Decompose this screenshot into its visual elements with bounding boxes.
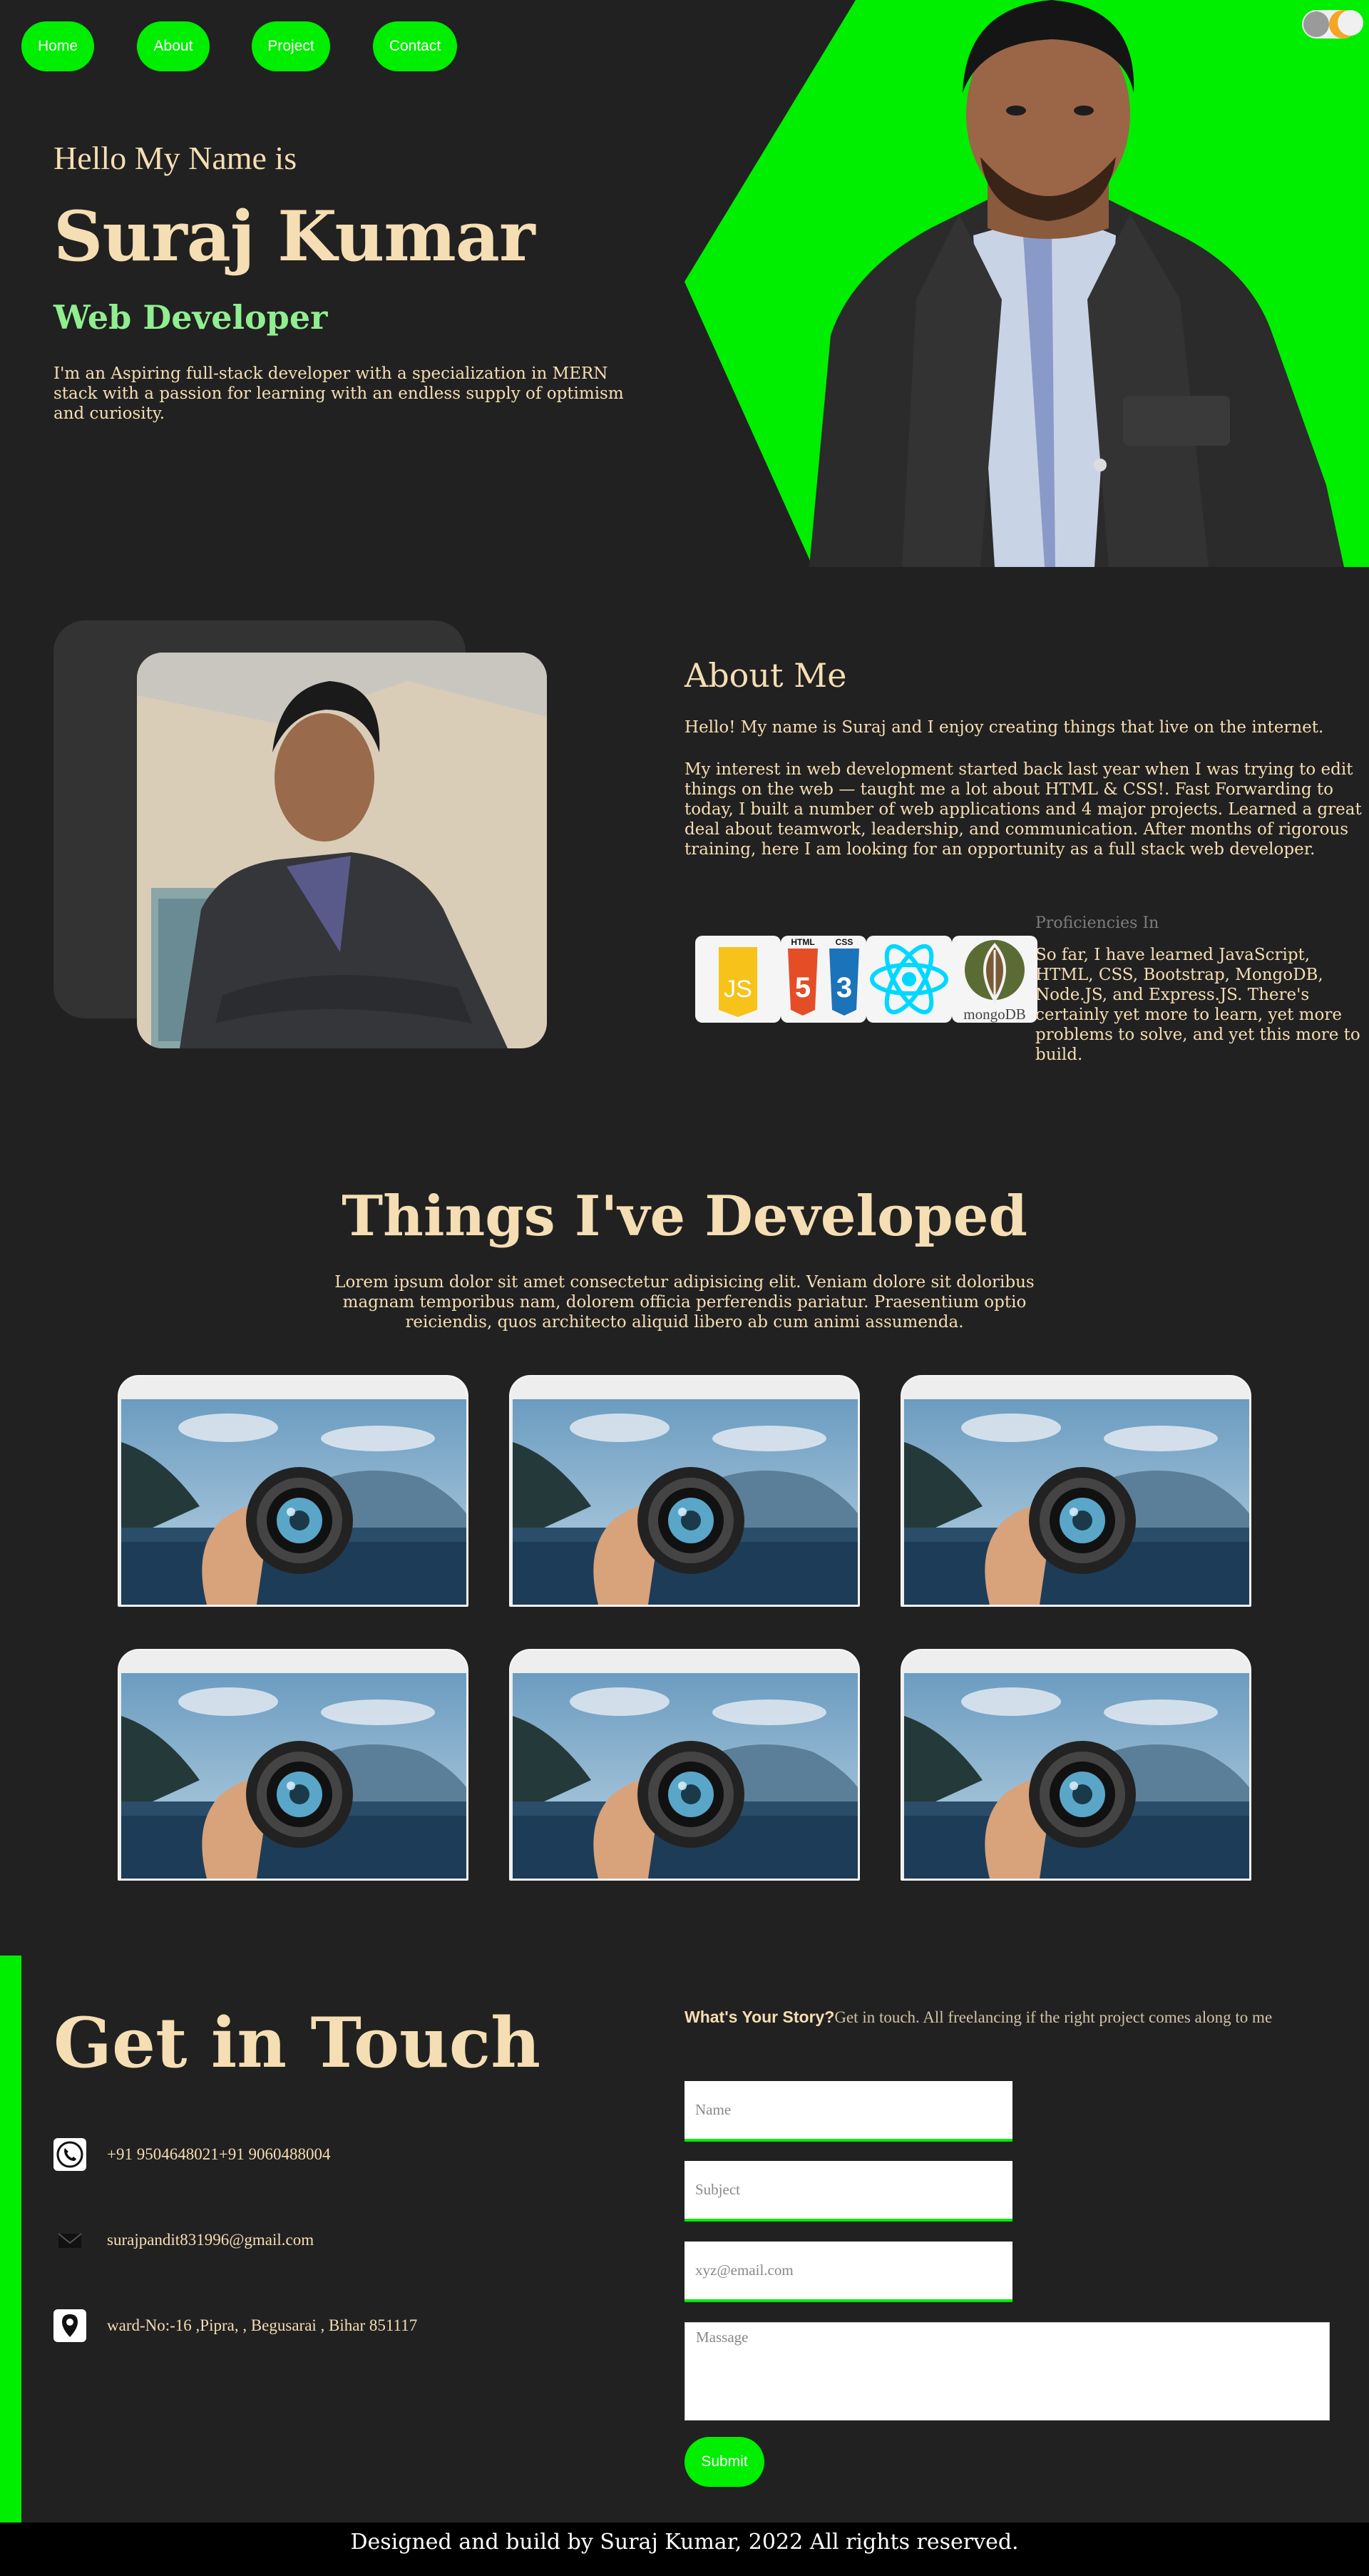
submit-button[interactable]: Submit bbox=[684, 2437, 764, 2487]
subject-input[interactable] bbox=[684, 2161, 1012, 2222]
js-label: JS bbox=[724, 976, 752, 1003]
moon-icon bbox=[1329, 10, 1363, 39]
hero-greeting: Hello My Name is bbox=[53, 140, 297, 176]
project-card[interactable] bbox=[118, 1375, 468, 1607]
projects-description: Lorem ipsum dolor sit amet consectetur a… bbox=[334, 1273, 1035, 1332]
toggle-knob bbox=[1303, 11, 1329, 37]
camera-lens-image bbox=[904, 1673, 1249, 1879]
phone-icon bbox=[53, 2138, 86, 2171]
camera-lens-image bbox=[513, 1399, 858, 1605]
project-card[interactable] bbox=[118, 1649, 468, 1881]
story-heading: What's Your Story? bbox=[684, 2008, 835, 2026]
about-photo bbox=[137, 653, 547, 1048]
name-input[interactable] bbox=[684, 2081, 1012, 2142]
nav-home-button[interactable]: Home bbox=[21, 21, 94, 71]
project-card[interactable] bbox=[509, 1375, 860, 1607]
message-textarea[interactable] bbox=[684, 2322, 1330, 2421]
story-text: Get in touch. All freelancing if the rig… bbox=[834, 2008, 1273, 2026]
camera-lens-image bbox=[121, 1399, 466, 1605]
location-pin-icon bbox=[53, 2309, 86, 2342]
html-label: HTML bbox=[791, 937, 814, 947]
react-icon bbox=[866, 936, 952, 1023]
about-intro: Hello! My name is Suraj and I enjoy crea… bbox=[684, 718, 1324, 737]
contact-title: Get in Touch bbox=[53, 2003, 541, 2083]
contact-address: ward-No:-16 ,Pipra, , Begusarai , Bihar … bbox=[107, 2316, 418, 2334]
hero-description: I'm an Aspiring full-stack developer wit… bbox=[53, 364, 624, 423]
proficiencies-text: So far, I have learned JavaScript, HTML,… bbox=[1035, 946, 1360, 1064]
html-css-icon: HTML CSS 5 3 bbox=[781, 936, 866, 1023]
svg-text:3: 3 bbox=[836, 972, 852, 1003]
about-title: About Me bbox=[684, 656, 847, 695]
contact-story: What's Your Story?Get in touch. All free… bbox=[684, 2007, 1312, 2028]
nav-about-button[interactable]: About bbox=[137, 21, 210, 71]
hero-portrait-image bbox=[809, 0, 1344, 567]
mongodb-icon: mongoDB bbox=[952, 936, 1037, 1023]
project-card[interactable] bbox=[901, 1649, 1251, 1881]
footer: Designed and build by Suraj Kumar, 2022 … bbox=[0, 2523, 1369, 2576]
proficiencies-title: Proficiencies In bbox=[1035, 914, 1159, 932]
hero-role: Web Developer bbox=[53, 298, 328, 337]
camera-lens-image bbox=[513, 1673, 858, 1879]
project-card[interactable] bbox=[901, 1375, 1251, 1607]
about-story: My interest in web development started b… bbox=[684, 760, 1362, 859]
email-icon bbox=[53, 2224, 86, 2256]
theme-toggle[interactable] bbox=[1302, 10, 1363, 39]
camera-lens-image bbox=[904, 1399, 1249, 1605]
mongodb-label: mongoDB bbox=[963, 1006, 1026, 1023]
nav-contact-button[interactable]: Contact bbox=[373, 21, 457, 71]
contact-accent-bar bbox=[0, 1956, 21, 2523]
javascript-icon: JS bbox=[695, 936, 781, 1023]
hero-name: Suraj Kumar bbox=[53, 196, 535, 277]
contact-phone: +91 9504648021+91 9060488004 bbox=[107, 2145, 331, 2163]
projects-title: Things I've Developed bbox=[342, 1184, 1027, 1249]
email-input[interactable] bbox=[684, 2242, 1012, 2302]
svg-text:5: 5 bbox=[795, 972, 811, 1003]
contact-email[interactable]: surajpandit831996@gmail.com bbox=[107, 2231, 314, 2249]
project-card[interactable] bbox=[509, 1649, 860, 1881]
footer-text: Designed and build by Suraj Kumar, 2022 … bbox=[350, 2530, 1019, 2555]
camera-lens-image bbox=[121, 1673, 466, 1879]
nav-project-button[interactable]: Project bbox=[252, 21, 330, 71]
css-label: CSS bbox=[836, 937, 853, 947]
